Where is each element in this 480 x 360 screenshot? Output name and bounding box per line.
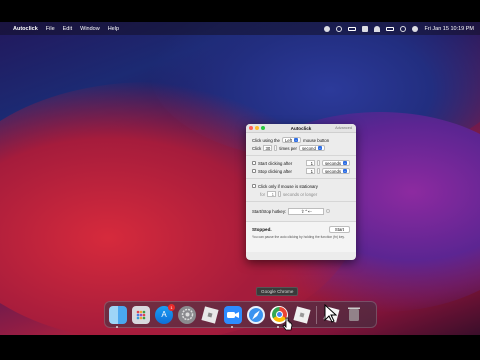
click-label: Click [252, 145, 262, 151]
arrow-cursor-icon [324, 304, 338, 323]
dock-divider [316, 305, 317, 324]
stationary-settings: Click only if mouse is stationary for 1 … [246, 179, 356, 202]
menu-app-name[interactable]: Autoclick [13, 26, 38, 32]
stop-after-unit-select[interactable]: seconds ⌄ [321, 168, 350, 174]
hotkey-field[interactable]: ⇧⌃⇠ [288, 207, 325, 215]
start-after-field[interactable]: 1 [305, 160, 315, 166]
stop-after-stepper[interactable] [316, 168, 320, 174]
menu-clock[interactable]: Fri Jan 15 10:19 PM [424, 26, 474, 32]
record-icon[interactable] [324, 25, 331, 32]
finder-icon[interactable] [109, 305, 127, 328]
stop-after-label: Stop clicking after [258, 168, 292, 174]
window-titlebar[interactable]: Autoclick Advanced [246, 124, 356, 133]
siri-icon[interactable] [412, 25, 419, 32]
grid-icon[interactable] [362, 25, 369, 32]
stop-after-field[interactable]: 1 [305, 168, 315, 174]
stationary-field[interactable]: 1 [267, 191, 277, 197]
stationary-label: Click only if mouse is stationary [258, 183, 318, 189]
trash-icon[interactable] [345, 306, 363, 324]
system-preferences-icon[interactable] [178, 305, 196, 324]
clicks-stepper[interactable] [274, 145, 278, 151]
rate-unit-select[interactable]: second ⌄ [298, 145, 325, 151]
timing-settings: Start clicking after 1 seconds ⌄ Stop cli… [246, 156, 356, 179]
click-using-label: Click using the [252, 137, 280, 143]
desktop-wallpaper [0, 22, 480, 335]
chevron-down-icon: ⌄ [343, 169, 347, 173]
roblox-studio-icon[interactable] [293, 305, 311, 324]
times-per-label: times per [279, 145, 297, 151]
start-after-label: Start clicking after [258, 160, 293, 166]
wifi-icon[interactable] [374, 25, 381, 32]
zoom-icon[interactable] [224, 305, 242, 328]
launchpad-icon[interactable] [132, 305, 150, 324]
status-area: Stopped. Start You can pause the auto cl… [246, 222, 356, 252]
hotkey-clear-icon[interactable] [326, 209, 331, 213]
clicks-field[interactable]: 30 [263, 145, 273, 151]
hotkey-settings: Start/Stop hotkey: ⇧⌃⇠ [246, 202, 356, 222]
dock-tooltip: Google Chrome [256, 287, 299, 296]
start-after-checkbox[interactable] [252, 161, 256, 165]
stationary-for-label: for [260, 191, 266, 197]
spotlight-icon[interactable] [400, 25, 407, 32]
start-button[interactable]: Start [328, 225, 350, 233]
menu-bar: Autoclick File Edit Window Help Fri Jan … [0, 22, 480, 35]
chevron-down-icon: ⌄ [343, 161, 347, 165]
menu-file[interactable]: File [46, 26, 55, 32]
stationary-stepper[interactable] [278, 191, 282, 197]
display-icon[interactable] [348, 26, 357, 31]
menu-window[interactable]: Window [80, 26, 100, 32]
hotkey-label: Start/Stop hotkey: [252, 208, 287, 214]
menu-status-area: Fri Jan 15 10:19 PM [324, 25, 474, 32]
advanced-toggle[interactable]: Advanced [335, 126, 352, 130]
mouse-cursor-icon [282, 317, 293, 331]
roblox-icon[interactable] [201, 305, 219, 324]
app-store-badge: 1 [168, 303, 175, 311]
start-after-stepper[interactable] [316, 160, 320, 166]
click-settings: Click using the Left ⌄ mouse button Click… [246, 133, 356, 156]
help-text: You can pause the auto clicking by holdi… [252, 235, 345, 239]
safari-icon[interactable] [247, 305, 265, 324]
chevron-down-icon: ⌄ [317, 146, 322, 150]
menu-edit[interactable]: Edit [63, 26, 72, 32]
chevron-down-icon: ⌄ [294, 138, 299, 142]
app-store-icon[interactable]: A1 [155, 303, 175, 324]
stationary-checkbox[interactable] [252, 184, 256, 188]
ring-icon[interactable] [336, 25, 343, 32]
mouse-button-label: mouse button [303, 137, 330, 143]
start-after-unit-select[interactable]: seconds ⌄ [321, 160, 350, 166]
autoclick-window: Autoclick Advanced Click using the Left ⌄… [246, 124, 356, 260]
stop-after-checkbox[interactable] [252, 169, 256, 173]
stationary-unit-label: seconds or longer [283, 191, 318, 197]
menu-help[interactable]: Help [108, 26, 119, 32]
mouse-button-select[interactable]: Left ⌄ [281, 137, 302, 143]
status-text: Stopped. [252, 226, 272, 232]
control-center-icon[interactable] [386, 26, 395, 31]
